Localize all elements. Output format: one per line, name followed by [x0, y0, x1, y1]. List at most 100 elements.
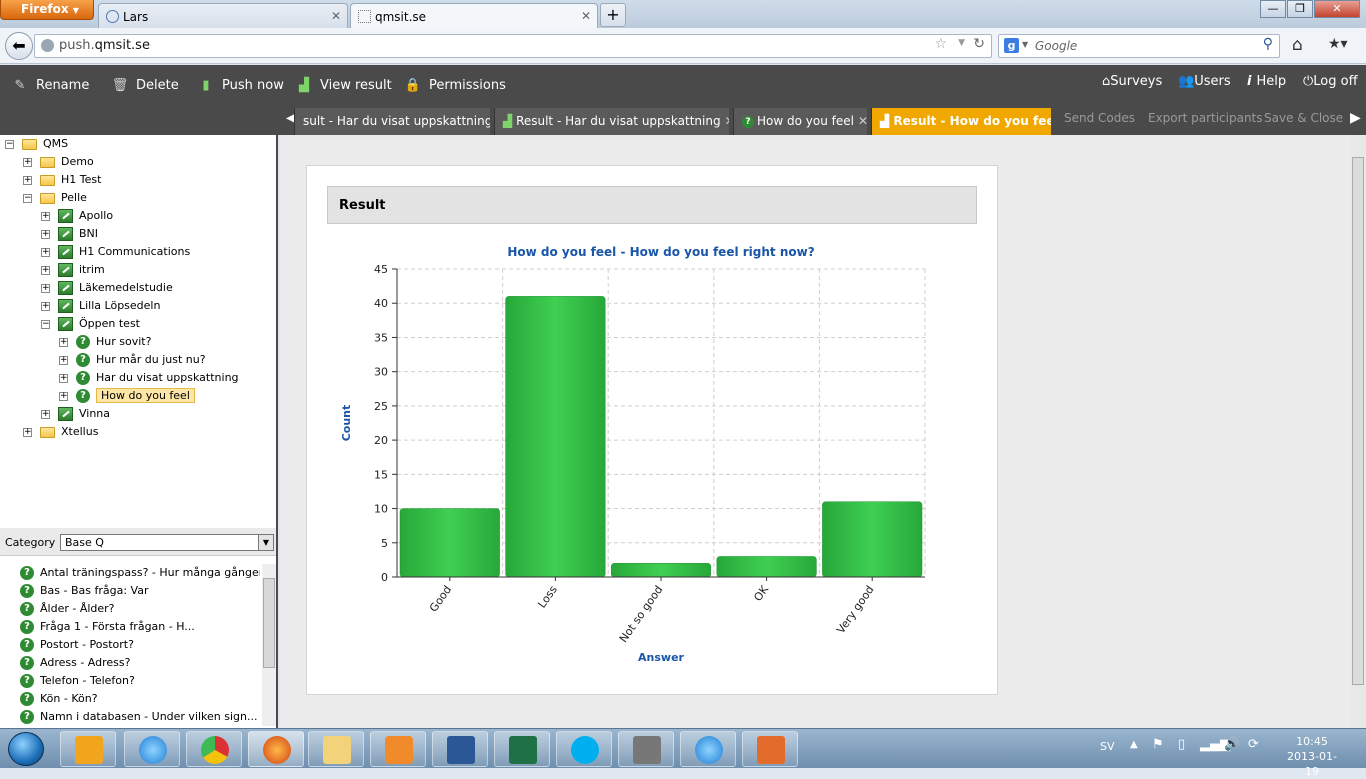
category-item[interactable]: ? Telefon - Telefon? — [20, 672, 260, 690]
media-taskbar-button[interactable] — [370, 731, 426, 767]
collapse-icon[interactable]: − — [23, 193, 32, 203]
close-icon[interactable]: ✕ — [581, 9, 591, 23]
category-item[interactable]: ? Namn i databasen - Under vilken sign... — [20, 708, 260, 726]
tree-node-oppen-test[interactable]: − Öppen test — [41, 315, 140, 333]
tab-result-har-du-partial[interactable]: sult - Har du visat uppskattning✕ — [294, 108, 490, 135]
category-item[interactable]: ? Antal träningspass? - Hur många gånger … — [20, 564, 260, 582]
battery-icon[interactable]: ▯ — [1178, 737, 1185, 752]
expand-icon[interactable]: + — [23, 175, 32, 185]
category-item[interactable]: ? Adress - Adress? — [20, 654, 260, 672]
tree-node-lakemedelstudie[interactable]: + Läkemedelstudie — [41, 279, 173, 297]
search-icon[interactable]: ⚲ — [1263, 36, 1273, 52]
google-icon[interactable]: g — [1004, 38, 1019, 53]
close-icon[interactable]: ✕ — [331, 9, 341, 23]
volume-icon[interactable]: 🔊 — [1224, 737, 1240, 752]
category-item[interactable]: ? Bas - Bas fråga: Var — [20, 582, 260, 600]
firefox-taskbar-button[interactable] — [248, 731, 304, 767]
tree-node-demo[interactable]: + Demo — [23, 153, 94, 171]
logoff-link[interactable]: ⏻Log off — [1303, 65, 1358, 99]
url-bar[interactable]: push.qmsit.se ☆ ▼ ↻ — [34, 34, 992, 58]
word-taskbar-button[interactable] — [432, 731, 488, 767]
send-codes-button[interactable]: Send Codes — [1064, 107, 1135, 135]
tree-node-xtellus[interactable]: + Xtellus — [23, 423, 98, 441]
expand-icon[interactable]: + — [41, 211, 50, 221]
app-taskbar-button[interactable] — [618, 731, 674, 767]
scroll-right-icon[interactable]: ▶ — [1350, 110, 1361, 126]
tab-result-how-do-you-feel[interactable]: ▟ Result - How do you feel✕ — [871, 108, 1051, 135]
tree-node-bni[interactable]: + BNI — [41, 225, 98, 243]
tree-node-lilla-lopsedeln[interactable]: + Lilla Löpsedeln — [41, 297, 160, 315]
expand-icon[interactable]: + — [59, 391, 68, 401]
scrollbar-thumb[interactable] — [263, 578, 275, 668]
scrollbar-thumb[interactable] — [1352, 157, 1364, 685]
category-item[interactable]: ? Fråga 1 - Första frågan - H... — [20, 618, 260, 636]
tree-node-vinna[interactable]: + Vinna — [41, 405, 110, 423]
dropdown-icon[interactable]: ▼ — [1022, 40, 1028, 49]
new-tab-button[interactable]: + — [600, 3, 626, 27]
flag-icon[interactable]: ⚑ — [1152, 737, 1164, 752]
browser-tab-qmsit[interactable]: qmsit.se ✕ — [350, 3, 598, 29]
system-clock[interactable]: 10:45 2013-01-19 — [1282, 734, 1342, 779]
dropdown-icon[interactable]: ▼ — [958, 38, 965, 48]
tray-expand-icon[interactable]: ▲ — [1130, 739, 1138, 750]
presenter-taskbar-button[interactable] — [742, 731, 798, 767]
delete-button[interactable]: 🗑 Delete — [110, 65, 179, 107]
firefox-menu-button[interactable]: Firefox ▼ — [0, 0, 94, 20]
close-window-button[interactable]: ✕ — [1314, 0, 1360, 18]
expand-icon[interactable]: + — [59, 373, 68, 383]
expand-icon[interactable]: + — [41, 247, 50, 257]
skype-taskbar-button[interactable] — [556, 731, 612, 767]
start-button[interactable] — [0, 729, 56, 769]
help-link[interactable]: i Help — [1247, 65, 1286, 99]
expand-icon[interactable]: + — [41, 409, 50, 419]
close-icon[interactable]: ✕ — [858, 114, 867, 128]
expand-icon[interactable]: + — [41, 301, 50, 311]
explorer-taskbar-button[interactable] — [308, 731, 364, 767]
reload-icon[interactable]: ↻ — [973, 36, 985, 52]
tree-node-h1-communications[interactable]: + H1 Communications — [41, 243, 190, 261]
chevron-down-icon[interactable]: ▼ — [258, 535, 273, 550]
save-close-button[interactable]: Save & Close — [1264, 107, 1343, 135]
users-link[interactable]: 👥Users — [1178, 65, 1231, 99]
rename-button[interactable]: ✎ Rename — [10, 65, 90, 107]
surveys-link[interactable]: ⌂Surveys — [1102, 65, 1162, 99]
outlook-taskbar-button[interactable] — [60, 731, 116, 767]
expand-icon[interactable]: + — [41, 229, 50, 239]
sync-icon[interactable]: ⟳ — [1248, 737, 1259, 752]
bookmarks-menu-icon[interactable]: ★▾ — [1328, 36, 1348, 52]
expand-icon[interactable]: + — [59, 337, 68, 347]
tree-node-hur-sovit[interactable]: +? Hur sovit? — [59, 333, 151, 351]
category-select[interactable]: Base Q ▼ — [60, 534, 274, 551]
chrome-taskbar-button[interactable] — [186, 731, 242, 767]
restore-button[interactable]: ❐ — [1287, 0, 1313, 18]
page-scrollbar[interactable] — [1350, 135, 1366, 728]
expand-icon[interactable]: + — [59, 355, 68, 365]
expand-icon[interactable]: + — [23, 427, 32, 437]
bookmark-star-icon[interactable]: ☆ — [934, 36, 947, 52]
permissions-button[interactable]: 🔒 Permissions — [403, 65, 506, 107]
tab-how-do-you-feel[interactable]: ?How do you feel ✕ — [733, 108, 867, 135]
category-item[interactable]: ? Kön - Kön? — [20, 690, 260, 708]
ie2-taskbar-button[interactable] — [680, 731, 736, 767]
tree-node-hur-mar-du[interactable]: +? Hur mår du just nu? — [59, 351, 206, 369]
tree-node-qms[interactable]: − QMS — [5, 135, 68, 153]
language-indicator[interactable]: SV — [1100, 740, 1115, 753]
close-icon[interactable]: ✕ — [725, 114, 729, 128]
collapse-icon[interactable]: − — [5, 139, 14, 149]
category-item[interactable]: ? Ålder - Ålder? — [20, 600, 260, 618]
search-input[interactable]: g ▼ Google ⚲ — [998, 34, 1280, 58]
browser-tab-lars[interactable]: Lars ✕ — [98, 3, 348, 29]
export-participants-button[interactable]: Export participants — [1148, 107, 1263, 135]
home-icon[interactable]: ⌂ — [1292, 35, 1303, 55]
tree-node-apollo[interactable]: + Apollo — [41, 207, 113, 225]
expand-icon[interactable]: + — [23, 157, 32, 167]
tree-node-har-du-visat[interactable]: +? Har du visat uppskattning — [59, 369, 239, 387]
minimize-button[interactable]: — — [1260, 0, 1286, 18]
tree-node-h1-test[interactable]: + H1 Test — [23, 171, 101, 189]
tab-result-har-du[interactable]: ▟ Result - Har du visat uppskattning ✕ — [494, 108, 729, 135]
tree-node-how-do-you-feel[interactable]: +? How do you feel — [59, 387, 195, 405]
tree-node-pelle[interactable]: − Pelle — [23, 189, 87, 207]
excel-taskbar-button[interactable] — [494, 731, 550, 767]
category-item[interactable]: ? Postort - Postort? — [20, 636, 260, 654]
ie-taskbar-button[interactable] — [124, 731, 180, 767]
